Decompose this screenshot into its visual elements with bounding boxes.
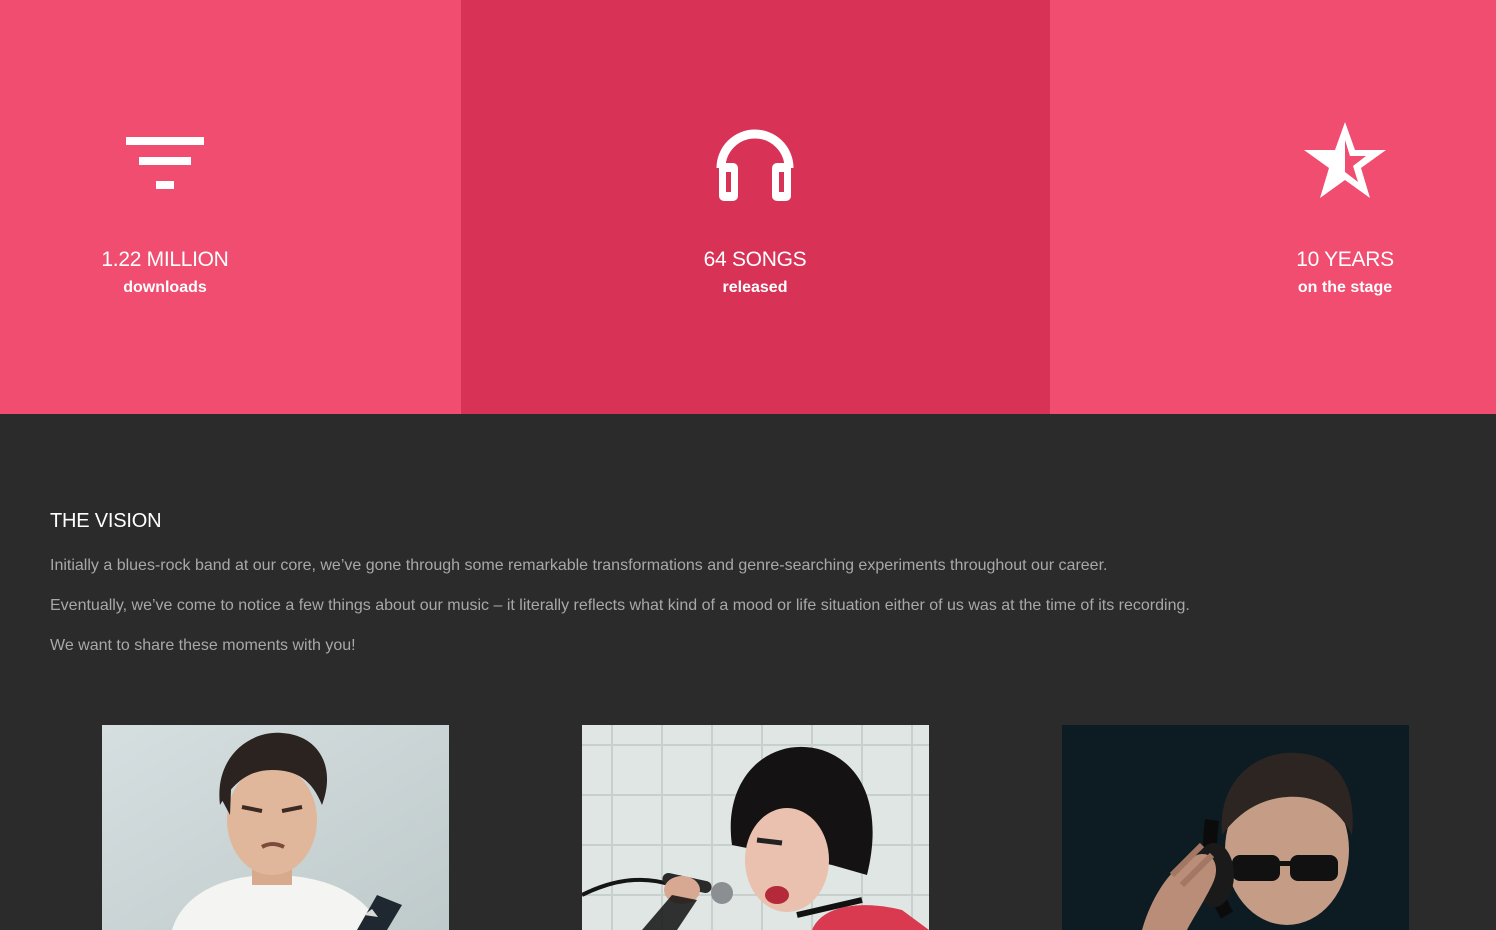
singer-illustration: [582, 725, 929, 930]
stat-years-content: 10 YEARS on the stage: [1225, 118, 1465, 298]
stat-songs: 64 SONGS released: [461, 0, 1050, 414]
vision-paragraph: Eventually, we’ve come to notice a few t…: [50, 597, 1190, 614]
stat-downloads-content: 1.22 MILLION downloads: [45, 118, 285, 298]
stats-section: 1.22 MILLION downloads 64 SONGS released…: [0, 0, 1496, 414]
stat-years-caption: on the stage: [1297, 279, 1393, 296]
stat-years: 10 YEARS on the stage: [1050, 0, 1496, 414]
stat-songs-caption: released: [722, 279, 788, 296]
singer-photo[interactable]: [582, 725, 929, 930]
headphones-icon: [716, 129, 794, 201]
filter-icon: [126, 137, 204, 189]
stat-songs-content: 64 SONGS released: [635, 118, 875, 298]
vision-title: THE VISION: [50, 510, 162, 532]
guitarist-photo[interactable]: [102, 725, 449, 930]
dj-illustration: [1062, 725, 1409, 930]
stat-songs-value: 64 SONGS: [703, 248, 807, 271]
guitarist-illustration: [102, 725, 449, 930]
stat-downloads-caption: downloads: [123, 279, 207, 296]
stat-downloads: 1.22 MILLION downloads: [0, 0, 461, 414]
stat-downloads-value: 1.22 MILLION: [101, 248, 229, 271]
half-star-icon: [1304, 122, 1386, 198]
stat-years-value: 10 YEARS: [1296, 248, 1394, 271]
vision-paragraph: We want to share these moments with you!: [50, 637, 356, 654]
vision-paragraph: Initially a blues-rock band at our core,…: [50, 557, 1108, 574]
dj-photo[interactable]: [1062, 725, 1409, 930]
